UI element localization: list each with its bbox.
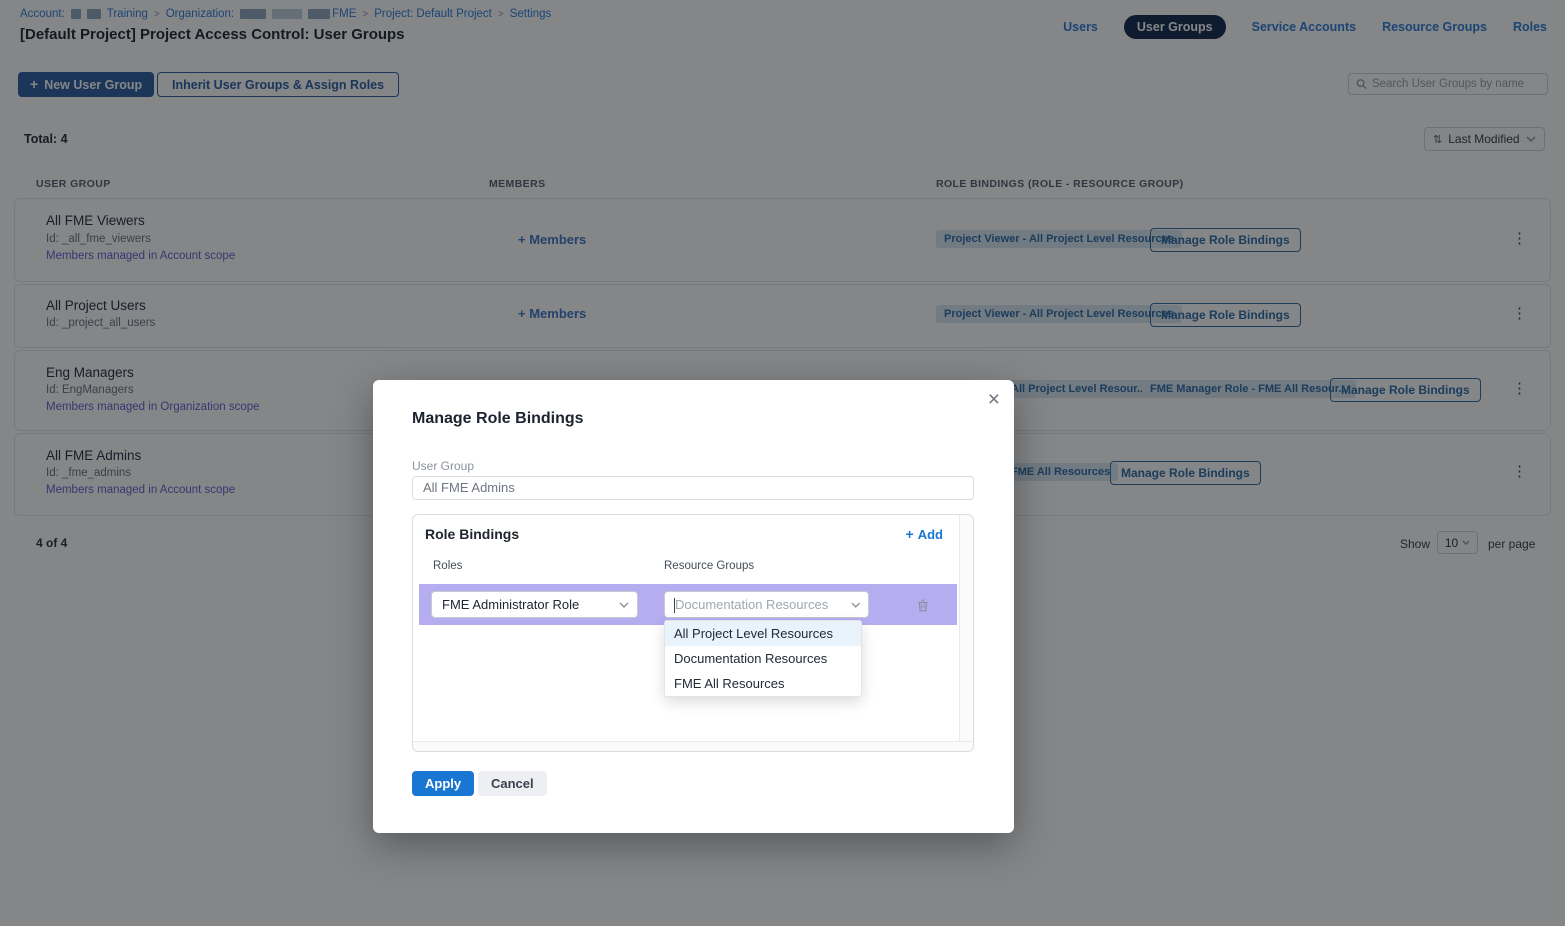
option-all-project-level-resources[interactable]: All Project Level Resources [665,621,861,646]
modal-title: Manage Role Bindings [412,410,584,428]
option-fme-all-resources[interactable]: FME All Resources [665,671,861,696]
user-group-field-label: User Group [412,459,474,473]
delete-role-binding-button[interactable] [914,596,932,618]
role-select[interactable]: FME Administrator Role [431,591,638,618]
trash-icon [916,598,930,613]
option-documentation-resources[interactable]: Documentation Resources [665,646,861,671]
close-icon[interactable] [988,388,1000,412]
user-group-field: All FME Admins [412,476,974,500]
page: Account: Training > Organization: FME > … [0,0,1565,926]
apply-button[interactable]: Apply [412,771,474,796]
cancel-button[interactable]: Cancel [478,771,547,796]
chevron-down-icon [851,602,860,608]
add-label: Add [918,527,943,542]
chevron-down-icon [619,602,629,608]
roles-column-label: Roles [433,560,462,572]
resource-group-input[interactable] [675,597,851,612]
panel-scrollbar-horizontal[interactable] [413,741,973,751]
add-role-binding-button[interactable]: Add [906,527,943,542]
plus-icon [906,527,914,542]
panel-scrollbar-vertical[interactable] [959,515,973,741]
resource-groups-column-label: Resource Groups [664,560,754,572]
resource-group-options: All Project Level Resources Documentatio… [664,620,862,697]
role-select-value: FME Administrator Role [442,597,579,612]
manage-role-bindings-modal: Manage Role Bindings User Group All FME … [373,380,1014,833]
text-cursor [674,598,675,613]
resource-group-combobox[interactable] [664,591,869,618]
role-bindings-panel-title: Role Bindings [425,526,519,542]
role-bindings-panel: Role Bindings Add Roles Resource Groups … [412,514,974,752]
